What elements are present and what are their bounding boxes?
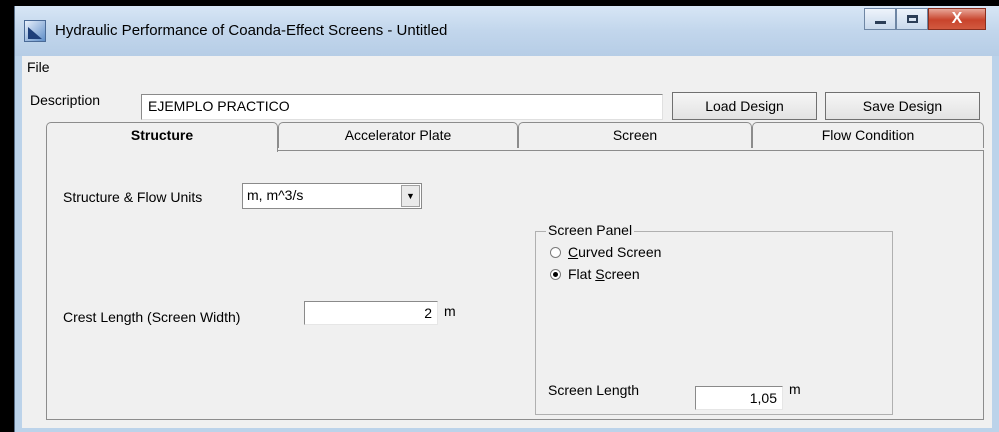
screen-length-unit: m xyxy=(789,381,801,397)
structure-tab-panel: Structure & Flow Units m, m^3/s ▼ Crest … xyxy=(46,150,984,420)
dropdown-arrow-icon[interactable]: ▼ xyxy=(401,185,420,207)
curved-screen-radio[interactable]: Curved Screen xyxy=(550,244,661,260)
tab-control: Structure Accelerator Plate Screen Flow … xyxy=(46,122,984,422)
crest-length-input[interactable]: 2 xyxy=(304,301,438,325)
minimize-button[interactable] xyxy=(864,8,896,30)
app-icon xyxy=(24,20,46,42)
crest-length-unit: m xyxy=(444,303,456,319)
screen-length-label: Screen Length xyxy=(548,382,640,398)
menu-bar: File xyxy=(22,56,992,78)
menu-file[interactable]: File xyxy=(27,59,50,75)
load-design-button[interactable]: Load Design xyxy=(672,92,817,120)
tab-flow-condition[interactable]: Flow Condition xyxy=(752,122,984,148)
minimize-icon xyxy=(874,20,886,24)
window-title: Hydraulic Performance of Coanda-Effect S… xyxy=(55,22,448,39)
tab-structure[interactable]: Structure xyxy=(46,122,278,152)
description-label: Description xyxy=(30,92,101,108)
screen-panel-group: Screen Panel Curved Screen Flat Screen S… xyxy=(535,222,893,415)
units-select[interactable]: m, m^3/s ▼ xyxy=(242,183,422,209)
description-input[interactable]: EJEMPLO PRACTICO xyxy=(141,94,663,120)
tab-screen[interactable]: Screen xyxy=(518,122,752,148)
client-area: File Description EJEMPLO PRACTICO Load D… xyxy=(22,56,992,428)
save-design-button[interactable]: Save Design xyxy=(825,92,980,120)
flat-screen-radio[interactable]: Flat Screen xyxy=(550,266,640,282)
title-bar[interactable]: Hydraulic Performance of Coanda-Effect S… xyxy=(15,6,999,56)
window-controls: X xyxy=(864,8,986,32)
flat-screen-label: Flat Screen xyxy=(568,266,640,282)
maximize-icon xyxy=(906,15,918,23)
crest-length-label: Crest Length (Screen Width) xyxy=(63,309,241,325)
units-label: Structure & Flow Units xyxy=(63,189,203,205)
app-window: Hydraulic Performance of Coanda-Effect S… xyxy=(14,6,999,432)
units-select-value: m, m^3/s xyxy=(247,187,304,203)
radio-unchecked-icon xyxy=(550,246,561,258)
close-button[interactable]: X xyxy=(928,8,986,30)
maximize-button[interactable] xyxy=(896,8,928,30)
curved-screen-label: Curved Screen xyxy=(568,244,662,260)
screen-length-input[interactable]: 1,05 xyxy=(695,386,783,410)
screen-panel-title: Screen Panel xyxy=(546,222,635,238)
tab-accelerator-plate[interactable]: Accelerator Plate xyxy=(278,122,518,148)
close-icon: X xyxy=(951,10,963,27)
radio-checked-icon xyxy=(550,268,561,280)
